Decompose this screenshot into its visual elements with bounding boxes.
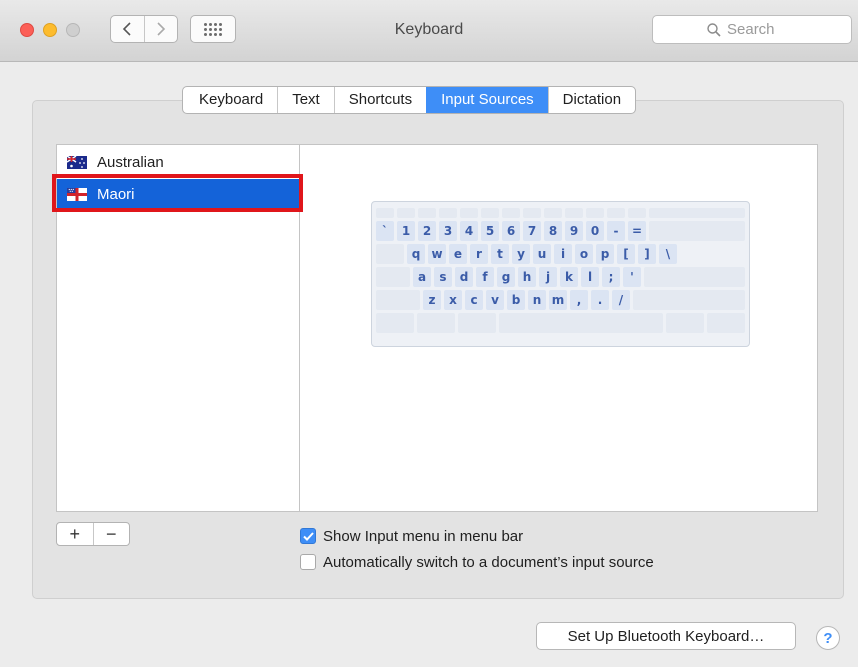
key: f: [476, 267, 494, 287]
key: t: [491, 244, 509, 264]
key: 2: [418, 221, 436, 241]
key: 7: [523, 221, 541, 241]
key: i: [554, 244, 572, 264]
show-input-menu-label: Show Input menu in menu bar: [323, 527, 524, 545]
home-key-row: a s d f g h j k l ; ': [376, 267, 745, 287]
key: =: [628, 221, 646, 241]
key: b: [507, 290, 525, 310]
help-button[interactable]: ?: [816, 626, 840, 650]
key: 8: [544, 221, 562, 241]
qwerty-key-row: q w e r t y u i o p [ ] \: [376, 244, 745, 264]
key: .: [591, 290, 609, 310]
key: ,: [570, 290, 588, 310]
modifier-key-row: [376, 313, 745, 333]
search-field[interactable]: Search: [652, 15, 852, 44]
key: `: [376, 221, 394, 241]
key: ': [623, 267, 641, 287]
key: x: [444, 290, 462, 310]
function-key-row: [376, 208, 745, 218]
add-input-source-button[interactable]: +: [57, 523, 93, 545]
key: l: [581, 267, 599, 287]
tab-keyboard[interactable]: Keyboard: [183, 87, 277, 113]
key: ]: [638, 244, 656, 264]
key: \: [659, 244, 677, 264]
tab-dictation[interactable]: Dictation: [547, 87, 635, 113]
key: z: [423, 290, 441, 310]
key: d: [455, 267, 473, 287]
key: r: [470, 244, 488, 264]
key: g: [497, 267, 515, 287]
checkmark-icon: [302, 531, 314, 541]
bottom-letter-key-row: z x c v b n m , . /: [376, 290, 745, 310]
list-item-australian[interactable]: Australian: [57, 147, 299, 177]
key: v: [486, 290, 504, 310]
key: 6: [502, 221, 520, 241]
key: p: [596, 244, 614, 264]
selection-highlight-annotation: [52, 174, 303, 212]
search-icon: [707, 22, 721, 37]
add-remove-control: + −: [56, 522, 130, 546]
key: s: [434, 267, 452, 287]
auto-switch-checkbox[interactable]: [300, 554, 316, 570]
key: ;: [602, 267, 620, 287]
tab-bar: Keyboard Text Shortcuts Input Sources Di…: [182, 86, 637, 114]
list-item-label: Australian: [97, 153, 164, 171]
remove-input-source-button[interactable]: −: [92, 523, 130, 545]
key: j: [539, 267, 557, 287]
australia-flag-icon: [67, 155, 87, 169]
key: k: [560, 267, 578, 287]
title-bar: Keyboard Search: [0, 0, 858, 62]
show-input-menu-checkbox[interactable]: [300, 528, 316, 544]
set-up-bluetooth-keyboard-button[interactable]: Set Up Bluetooth Keyboard…: [536, 622, 796, 650]
number-key-row: ` 1 2 3 4 5 6 7 8 9 0 - =: [376, 221, 745, 241]
key: 1: [397, 221, 415, 241]
key: /: [612, 290, 630, 310]
key: w: [428, 244, 446, 264]
key: q: [407, 244, 425, 264]
tab-shortcuts[interactable]: Shortcuts: [333, 87, 426, 113]
search-placeholder: Search: [727, 21, 775, 38]
key: c: [465, 290, 483, 310]
key: y: [512, 244, 530, 264]
key: o: [575, 244, 593, 264]
tab-text[interactable]: Text: [277, 87, 334, 113]
key: [: [617, 244, 635, 264]
key: a: [413, 267, 431, 287]
key: 9: [565, 221, 583, 241]
key: m: [549, 290, 567, 310]
keyboard-layout-preview: ` 1 2 3 4 5 6 7 8 9 0 - = q w e r t y u …: [371, 201, 750, 347]
key: h: [518, 267, 536, 287]
key: 0: [586, 221, 604, 241]
key: -: [607, 221, 625, 241]
key: n: [528, 290, 546, 310]
key: 4: [460, 221, 478, 241]
key: u: [533, 244, 551, 264]
key: e: [449, 244, 467, 264]
tab-input-sources[interactable]: Input Sources: [426, 87, 548, 113]
key: 3: [439, 221, 457, 241]
key: 5: [481, 221, 499, 241]
auto-switch-label: Automatically switch to a document’s inp…: [323, 553, 654, 571]
auto-switch-option[interactable]: Automatically switch to a document’s inp…: [300, 552, 654, 572]
show-input-menu-option[interactable]: Show Input menu in menu bar: [300, 526, 523, 546]
